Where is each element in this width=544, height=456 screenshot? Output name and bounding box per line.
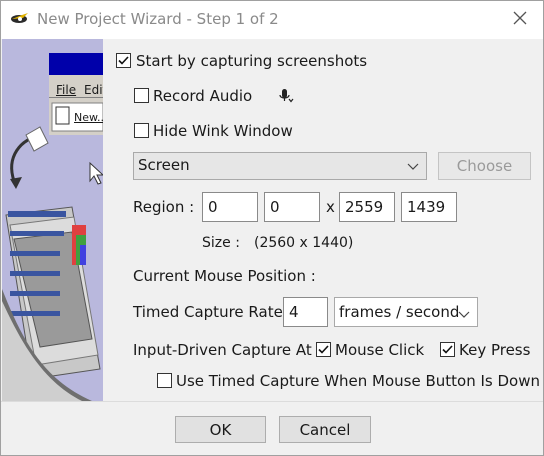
mouse-position-label: Current Mouse Position : bbox=[133, 267, 316, 285]
record-audio-label[interactable]: Record Audio bbox=[153, 87, 252, 105]
mouse-click-checkbox[interactable] bbox=[316, 342, 331, 357]
capture-source-value: Screen bbox=[138, 156, 190, 174]
region-x-input[interactable]: 0 bbox=[202, 192, 258, 222]
timed-when-down-label[interactable]: Use Timed Capture When Mouse Button Is D… bbox=[176, 372, 540, 390]
region-x-value: 0 bbox=[208, 198, 218, 216]
checkmark-icon bbox=[442, 345, 453, 354]
region-y-input[interactable]: 0 bbox=[264, 192, 320, 222]
mouse-click-label[interactable]: Mouse Click bbox=[335, 341, 424, 359]
region-width-input[interactable]: 2559 bbox=[339, 192, 395, 222]
checkmark-icon bbox=[318, 345, 329, 354]
timed-when-down-checkbox[interactable] bbox=[157, 373, 172, 388]
mock-menu-edit: Edit bbox=[84, 83, 103, 97]
hide-wink-checkbox[interactable] bbox=[134, 123, 149, 138]
ok-button-label: OK bbox=[209, 420, 232, 439]
title-bar: New Project Wizard - Step 1 of 2 bbox=[1, 1, 543, 39]
cancel-button[interactable]: Cancel bbox=[279, 416, 371, 443]
wizard-window: New Project Wizard - Step 1 of 2 File Ed… bbox=[0, 0, 544, 456]
footer-divider bbox=[1, 401, 543, 402]
capture-source-select[interactable]: Screen bbox=[133, 152, 427, 180]
region-height-value: 1439 bbox=[407, 198, 446, 216]
key-press-label[interactable]: Key Press bbox=[459, 341, 530, 359]
microphone-dropdown-icon[interactable] bbox=[277, 87, 295, 109]
chevron-down-icon bbox=[407, 158, 419, 176]
size-value: (2560 x 1440) bbox=[254, 235, 354, 251]
mock-menu-file: File bbox=[56, 83, 77, 97]
mock-menu-new: New... bbox=[74, 111, 103, 124]
timed-rate-input[interactable]: 4 bbox=[283, 297, 328, 327]
checkmark-icon bbox=[118, 56, 129, 65]
wink-app-icon bbox=[10, 10, 30, 28]
hide-wink-label[interactable]: Hide Wink Window bbox=[153, 122, 293, 140]
wizard-side-graphic: File Edit New... bbox=[2, 39, 103, 401]
region-width-value: 2559 bbox=[345, 198, 384, 216]
close-button[interactable] bbox=[505, 6, 535, 34]
ok-button[interactable]: OK bbox=[175, 416, 266, 443]
cancel-button-label: Cancel bbox=[299, 420, 351, 439]
choose-button[interactable]: Choose bbox=[438, 152, 531, 180]
key-press-checkbox[interactable] bbox=[440, 342, 455, 357]
timed-rate-value: 4 bbox=[289, 303, 299, 321]
record-audio-checkbox[interactable] bbox=[134, 88, 149, 103]
close-icon bbox=[513, 11, 527, 29]
region-y-value: 0 bbox=[270, 198, 280, 216]
region-height-input[interactable]: 1439 bbox=[401, 192, 457, 222]
rate-unit-value: frames / second bbox=[339, 303, 460, 321]
choose-button-label: Choose bbox=[456, 157, 513, 175]
start-capture-label[interactable]: Start by capturing screenshots bbox=[136, 52, 367, 70]
chevron-down-icon bbox=[458, 306, 470, 324]
size-label: Size : bbox=[202, 235, 240, 251]
start-capture-checkbox[interactable] bbox=[116, 53, 131, 68]
rate-unit-select[interactable]: frames / second bbox=[334, 297, 478, 327]
timed-rate-label: Timed Capture Rate bbox=[133, 303, 283, 321]
region-label: Region : bbox=[133, 198, 195, 216]
input-driven-label: Input-Driven Capture At bbox=[133, 341, 312, 359]
window-title: New Project Wizard - Step 1 of 2 bbox=[37, 10, 279, 28]
region-separator: x bbox=[326, 198, 335, 216]
